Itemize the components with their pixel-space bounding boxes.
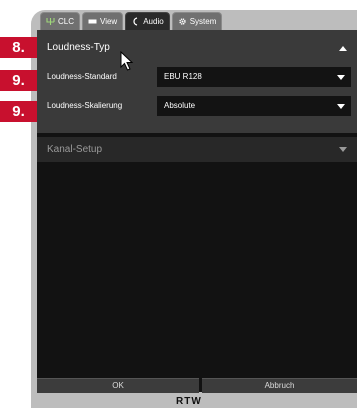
tab-audio[interactable]: Audio <box>125 12 170 30</box>
collapse-arrow-icon[interactable] <box>339 46 347 51</box>
annotation-badge-9: 9. <box>0 70 37 91</box>
loudness-scaling-value: Absolute <box>164 101 196 110</box>
tab-view[interactable]: View <box>82 12 124 30</box>
tab-system[interactable]: System <box>171 12 223 30</box>
tab-view-label: View <box>100 17 118 26</box>
loudness-scaling-label: Loudness-Skalierung <box>47 101 123 110</box>
waveform-icon <box>131 17 140 26</box>
loudness-standard-row: Loudness-Standard EBU R128 <box>37 67 357 87</box>
loudness-standard-dropdown[interactable]: EBU R128 <box>157 67 351 87</box>
display-icon <box>88 17 97 26</box>
routing-icon <box>46 17 55 26</box>
tab-bar: CLC View Audio System <box>40 12 223 30</box>
cancel-button[interactable]: Abbruch <box>202 378 357 393</box>
dropdown-arrow-icon <box>337 104 345 109</box>
tab-clc[interactable]: CLC <box>40 12 81 30</box>
loudness-scaling-row: Loudness-Skalierung Absolute <box>37 96 357 116</box>
tab-clc-label: CLC <box>58 17 75 26</box>
annotation-badge-9-second: 9. <box>0 101 37 122</box>
rtw-logo: RTW <box>176 396 202 407</box>
audio-settings-screen: Loudness-Typ Loudness-Standard EBU R128 … <box>37 30 357 393</box>
loudness-typ-title: Loudness-Typ <box>47 42 110 53</box>
loudness-standard-label: Loudness-Standard <box>47 72 117 81</box>
loudness-standard-value: EBU R128 <box>164 72 202 81</box>
tab-system-label: System <box>189 17 217 26</box>
expand-arrow-icon[interactable] <box>339 147 347 152</box>
ok-button[interactable]: OK <box>37 378 199 393</box>
loudness-scaling-dropdown[interactable]: Absolute <box>157 96 351 116</box>
annotation-badge-8: 8. <box>0 37 37 58</box>
kanal-setup-title: Kanal-Setup <box>47 144 103 155</box>
mouse-pointer-icon <box>120 50 134 76</box>
tab-audio-label: Audio <box>143 17 164 26</box>
loudness-section: Loudness-Typ Loudness-Standard EBU R128 … <box>37 30 357 133</box>
loudness-typ-header[interactable]: Loudness-Typ <box>37 38 357 58</box>
dropdown-arrow-icon <box>337 75 345 80</box>
kanal-setup-header[interactable]: Kanal-Setup <box>37 137 357 162</box>
gear-icon <box>178 17 187 26</box>
